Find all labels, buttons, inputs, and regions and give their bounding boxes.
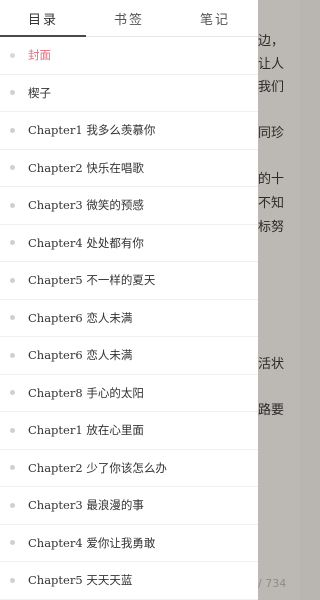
reader-text-line: 路要	[258, 403, 285, 418]
chapter-item[interactable]: Chapter1 我多么羡慕你	[0, 112, 258, 150]
chapter-title: Chapter4 爱你让我勇敢	[28, 535, 156, 550]
tab-bookmarks[interactable]: 书签	[86, 0, 172, 36]
chapter-title: Chapter2 快乐在唱歌	[28, 160, 144, 175]
chapter-item[interactable]: Chapter4 爱你让我勇敢	[0, 525, 258, 562]
chapter-item[interactable]: Chapter2 少了你该怎么办	[0, 450, 258, 487]
drawer-tabs: 目录 书签 笔记	[0, 0, 258, 37]
bullet-dot-icon	[10, 52, 15, 58]
bullet-dot-icon	[10, 577, 15, 583]
chapter-title: Chapter6 恋人未满	[28, 348, 133, 363]
bullet-dot-icon	[10, 352, 15, 358]
reader-text-line: 让人	[258, 57, 285, 72]
bullet-dot-icon	[10, 127, 15, 133]
chapter-item[interactable]: Chapter5 天天天蓝	[0, 562, 258, 600]
chapter-title: Chapter8 手心的太阳	[28, 385, 144, 400]
chapter-item[interactable]: Chapter3 最浪漫的事	[0, 487, 258, 525]
chapter-list: 封面 楔子 Chapter1 我多么羡慕你 Chapter2 快乐在唱歌 Cha…	[0, 37, 258, 600]
chapter-title: Chapter5 不一样的夏天	[28, 273, 156, 288]
chapter-item[interactable]: Chapter6 恋人未满	[0, 337, 258, 375]
bullet-dot-icon	[10, 427, 15, 433]
chapter-title: 楔子	[28, 85, 51, 100]
tab-contents[interactable]: 目录	[0, 0, 86, 37]
chapter-item[interactable]: Chapter8 手心的太阳	[0, 375, 258, 412]
bullet-dot-icon	[10, 202, 15, 208]
tab-notes[interactable]: 笔记	[172, 0, 258, 36]
chapter-item[interactable]: Chapter4 处处都有你	[0, 225, 258, 262]
chapter-item[interactable]: Chapter6 恋人未满	[0, 300, 258, 337]
reader-text-line: 我们	[258, 80, 285, 95]
page-indicator: / 734	[258, 577, 287, 590]
chapter-title: Chapter1 我多么羡慕你	[28, 123, 156, 138]
chapter-item[interactable]: 封面	[0, 37, 258, 75]
reader-text-line: 活状	[258, 357, 285, 372]
reader-text-line: 边，	[258, 34, 285, 49]
bullet-dot-icon	[10, 90, 15, 96]
bullet-dot-icon	[10, 540, 15, 546]
bullet-dot-icon	[10, 240, 15, 246]
bullet-dot-icon	[10, 165, 15, 171]
reader-text-line: 不知	[258, 196, 285, 211]
chapter-title: Chapter2 少了你该怎么办	[28, 460, 167, 475]
bullet-dot-icon	[10, 390, 15, 396]
chapter-item[interactable]: 楔子	[0, 75, 258, 112]
bullet-dot-icon	[10, 502, 15, 508]
bullet-dot-icon	[10, 277, 15, 283]
chapter-title: Chapter4 处处都有你	[28, 235, 144, 250]
chapter-item[interactable]: Chapter3 微笑的预感	[0, 187, 258, 225]
chapter-title: 封面	[28, 48, 51, 63]
chapter-title: Chapter5 天天天蓝	[28, 573, 133, 588]
chapter-item[interactable]: Chapter2 快乐在唱歌	[0, 150, 258, 187]
chapter-item[interactable]: Chapter1 放在心里面	[0, 412, 258, 450]
chapter-item[interactable]: Chapter5 不一样的夏天	[0, 262, 258, 300]
chapter-title: Chapter3 最浪漫的事	[28, 498, 144, 513]
table-of-contents-drawer: 目录 书签 笔记 封面 楔子 Chapter1 我多么羡慕你 Chapter2 …	[0, 0, 258, 600]
bullet-dot-icon	[10, 315, 15, 321]
reader-text-line: 的十	[258, 172, 285, 187]
chapter-title: Chapter3 微笑的预感	[28, 198, 144, 213]
bullet-dot-icon	[10, 465, 15, 471]
reader-text-line: 标努	[258, 220, 285, 235]
chapter-title: Chapter1 放在心里面	[28, 423, 144, 438]
chapter-title: Chapter6 恋人未满	[28, 310, 133, 325]
reader-text-line: 同珍	[258, 126, 285, 141]
